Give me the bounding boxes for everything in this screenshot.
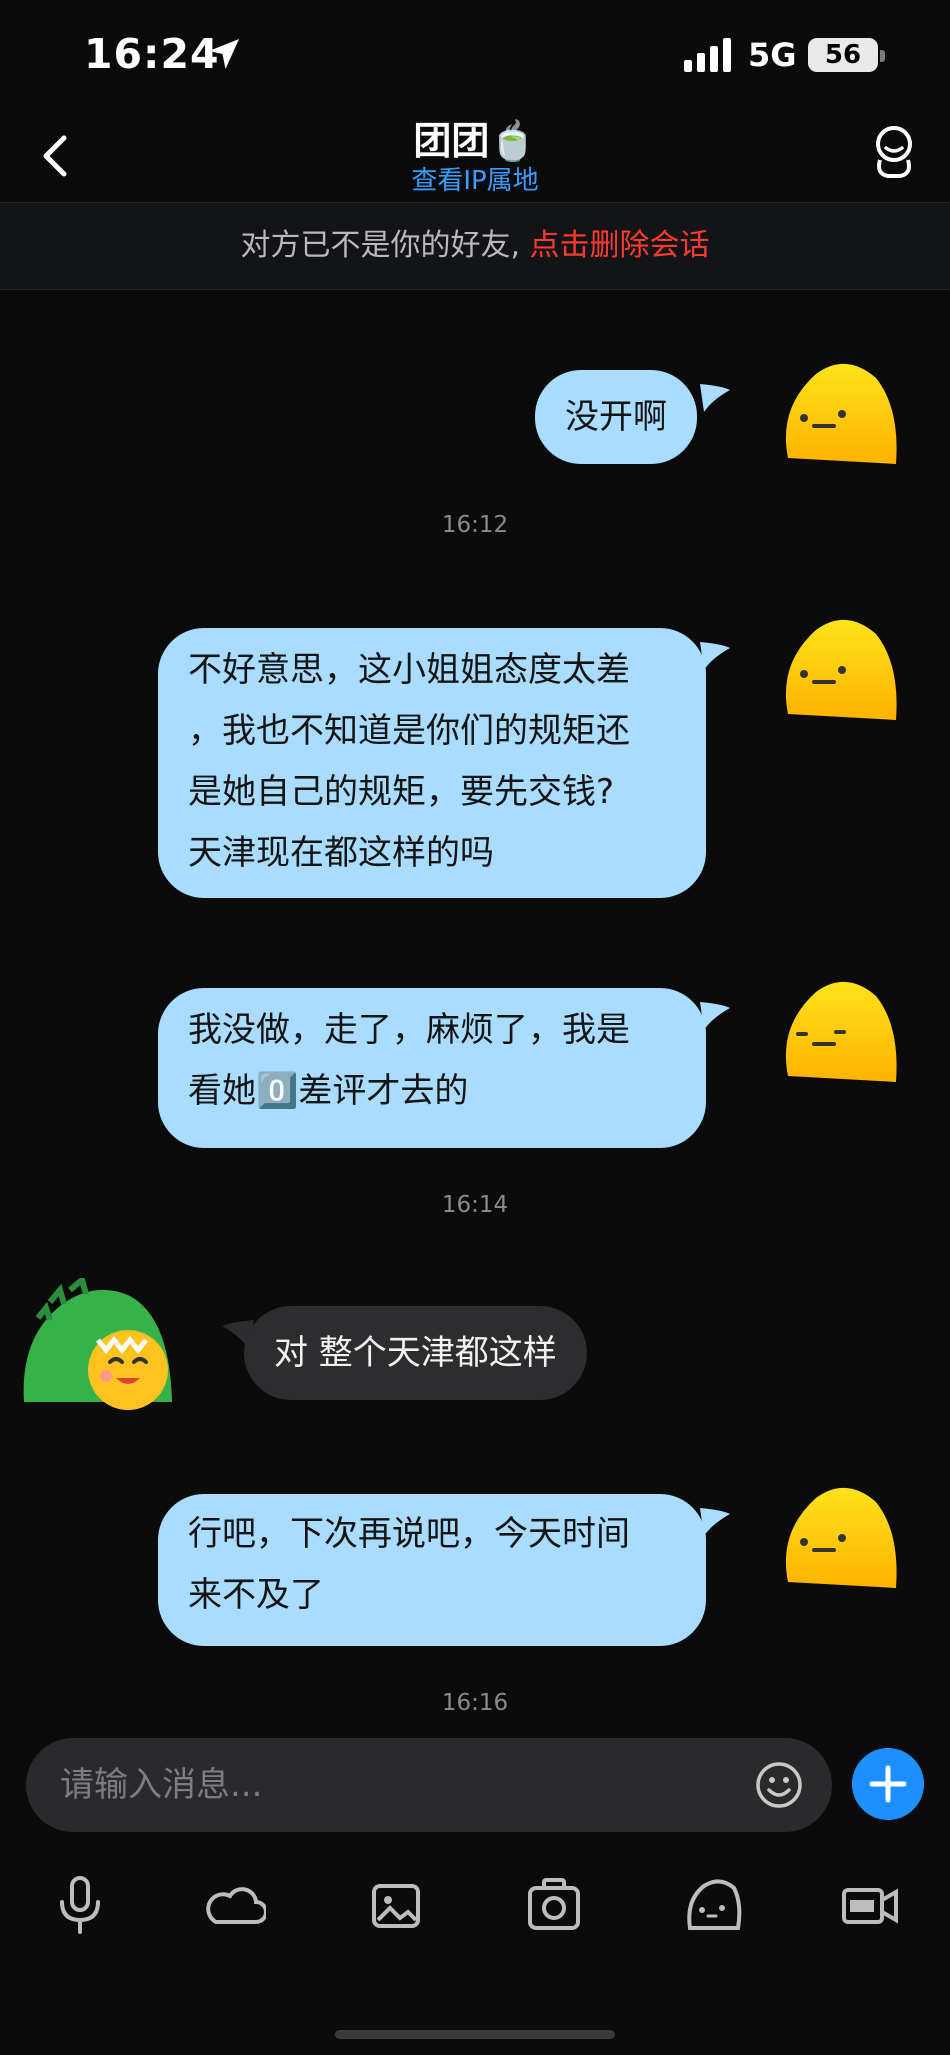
message-bubble-outgoing[interactable]: 不好意思，这小姐姐态度太差 ，我也不知道是你们的规矩还 是她自己的规矩，要先交钱… — [158, 628, 706, 898]
message-line: 我没做，走了，麻烦了，我是 — [188, 1010, 630, 1050]
notice-text: 对方已不是你的好友, — [240, 228, 530, 263]
my-avatar[interactable] — [776, 614, 898, 730]
message-bubble-outgoing[interactable]: 行吧，下次再说吧，今天时间 来不及了 — [158, 1494, 706, 1646]
bubble-tail — [700, 384, 730, 412]
message-line: 行吧，下次再说吧，今天时间 — [188, 1514, 630, 1554]
timestamp: 16:16 — [441, 1690, 509, 1716]
status-time: 16:24 — [84, 30, 220, 78]
cloud-icon[interactable] — [206, 1870, 266, 1942]
chat-header: 团团🍵 查看IP属地 — [0, 110, 950, 202]
bubble-tail — [700, 1508, 730, 1536]
status-bar: 16:24 5G 56 — [0, 0, 950, 110]
input-toolbar — [0, 1870, 950, 1950]
my-avatar[interactable] — [776, 358, 898, 474]
message-text: 对 整个天津都这样 — [274, 1333, 557, 1373]
message-bubble-outgoing[interactable]: 我没做，走了，麻烦了，我是 看她0️⃣差评才去的 — [158, 988, 706, 1148]
delete-conversation-link[interactable]: 点击删除会话 — [530, 228, 710, 263]
home-indicator — [335, 2030, 615, 2039]
message-line: 不好意思，这小姐姐态度太差 — [188, 650, 630, 690]
ip-location-link[interactable]: 查看IP属地 — [0, 160, 950, 197]
sticker-icon[interactable] — [680, 1870, 744, 1942]
camera-icon[interactable] — [522, 1870, 586, 1942]
message-input[interactable] — [60, 1738, 720, 1832]
plus-icon[interactable] — [852, 1748, 924, 1820]
message-line: ，我也不知道是你们的规矩还 — [188, 711, 630, 751]
battery-indicator: 56 — [808, 38, 878, 72]
timestamp: 16:14 — [441, 1192, 509, 1218]
message-line: 是她自己的规矩，要先交钱? — [188, 772, 615, 812]
contact-avatar[interactable] — [20, 1278, 176, 1412]
bubble-tail — [700, 1002, 730, 1030]
cellular-signal-icon — [684, 38, 731, 72]
timestamp: 16:12 — [441, 512, 509, 538]
message-line: 来不及了 — [188, 1575, 324, 1615]
message-text: 没开啊 — [565, 397, 667, 437]
bubble-tail — [700, 642, 730, 670]
message-line: 看她0️⃣差评才去的 — [188, 1071, 469, 1111]
my-avatar[interactable] — [776, 1482, 898, 1598]
not-friend-notice: 对方已不是你的好友, 点击删除会话 — [0, 202, 950, 290]
mic-icon[interactable] — [48, 1870, 112, 1942]
message-line: 天津现在都这样的吗 — [188, 833, 494, 873]
message-bubble-outgoing[interactable]: 没开啊 — [535, 370, 697, 464]
my-avatar[interactable] — [776, 976, 898, 1092]
network-type: 5G — [748, 36, 797, 74]
message-bubble-incoming[interactable]: 对 整个天津都这样 — [244, 1306, 587, 1400]
emoji-icon[interactable] — [754, 1760, 804, 1810]
image-icon[interactable] — [364, 1870, 428, 1942]
gif-video-icon[interactable] — [840, 1870, 900, 1942]
message-input-bar — [26, 1738, 832, 1832]
location-arrow-icon — [209, 39, 239, 69]
chat-title: 团团🍵 — [413, 119, 537, 163]
profile-icon[interactable] — [864, 120, 924, 182]
battery-nub — [880, 50, 885, 62]
